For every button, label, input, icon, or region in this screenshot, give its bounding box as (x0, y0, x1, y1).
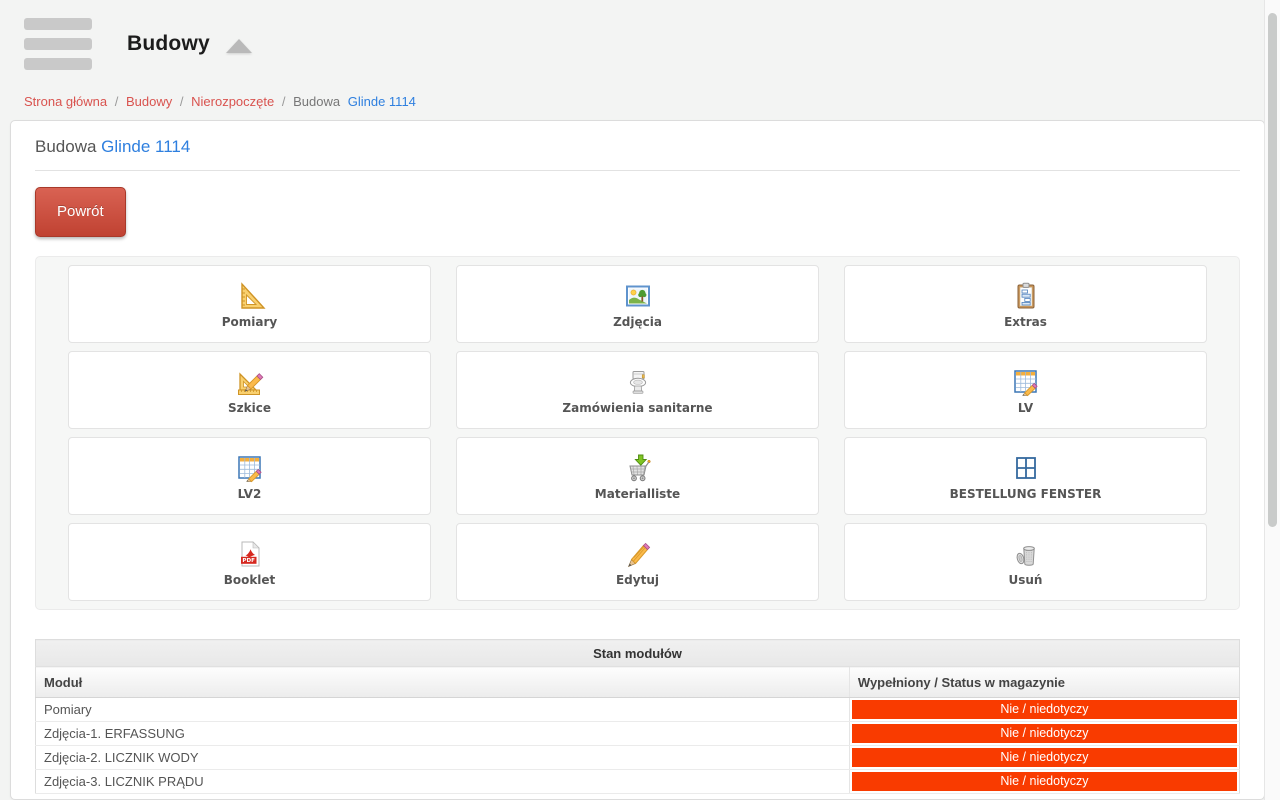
tile-pomiary[interactable]: Pomiary (68, 265, 431, 343)
pencil-icon (627, 542, 650, 567)
page-title-prefix: Budowa (35, 137, 97, 156)
table-row: Zdjęcia-2. LICZNIK WODY Nie / niedotyczy (35, 745, 1240, 770)
status-badge: Nie / niedotyczy (851, 700, 1237, 719)
pdf-icon-text: PDF (242, 558, 255, 564)
breadcrumb-home-link[interactable]: Strona główna (24, 94, 107, 109)
module-cell: Zdjęcia-2. LICZNIK WODY (35, 745, 850, 770)
hamburger-bar (24, 38, 92, 50)
tile-label: Booklet (223, 572, 276, 587)
status-badge: Nie / niedotyczy (851, 772, 1237, 791)
tile-lv2[interactable]: LV2 (68, 437, 431, 515)
tile-label: LV (1017, 400, 1034, 415)
tile-label: Pomiary (221, 314, 278, 329)
pdf-icon: PDF (240, 540, 260, 566)
tile-label: Edytuj (615, 572, 659, 587)
table-row: Zdjęcia-1. ERFASSUNG Nie / niedotyczy (35, 721, 1240, 746)
breadcrumb-current-link[interactable]: Glinde 1114 (348, 94, 416, 109)
tile-booklet[interactable]: PDF Booklet (68, 523, 431, 601)
table-row: Zdjęcia-3. LICZNIK PRĄDU Nie / niedotycz… (35, 769, 1240, 794)
module-status-section: Stan modułów Moduł Wypełniony / Status w… (35, 639, 1240, 794)
cart-download-icon (628, 454, 651, 481)
spreadsheet-pencil-icon (237, 455, 262, 482)
page-title: Budowa Glinde 1114 (35, 121, 1240, 171)
vertical-scrollbar[interactable] (1264, 0, 1280, 800)
window-icon (1015, 456, 1036, 479)
photo-icon (625, 285, 650, 306)
toilet-icon (629, 370, 646, 394)
tile-edytuj[interactable]: Edytuj (456, 523, 819, 601)
tile-szkice[interactable]: Szkice (68, 351, 431, 429)
module-cell: Zdjęcia-1. ERFASSUNG (35, 721, 850, 746)
tile-usun[interactable]: Usuń (844, 523, 1207, 601)
breadcrumb-nierozpoczete-link[interactable]: Nierozpoczęte (191, 94, 274, 109)
tiles-panel: Pomiary Zdjęcia Extras Szkice Zamówienia… (35, 256, 1240, 610)
status-badge: Nie / niedotyczy (851, 748, 1237, 767)
hamburger-menu-icon[interactable] (24, 18, 92, 70)
tile-label: Zamówienia sanitarne (562, 400, 713, 415)
back-button[interactable]: Powrót (35, 187, 126, 237)
tile-label: Extras (1004, 314, 1047, 329)
app-title: Budowy (127, 32, 210, 55)
column-header-status: Wypełniony / Status w magazynie (848, 666, 1240, 698)
status-badge: Nie / niedotyczy (851, 724, 1237, 743)
module-cell: Zdjęcia-3. LICZNIK PRĄDU (35, 769, 850, 794)
breadcrumb-budowa-label: Budowa (293, 94, 341, 109)
tile-extras[interactable]: Extras (844, 265, 1207, 343)
clipboard-icon (1017, 282, 1034, 308)
tile-label: Szkice (228, 400, 271, 415)
spreadsheet-pencil-icon (1013, 369, 1038, 396)
app-header: Budowy (0, 0, 1280, 70)
breadcrumb-separator: / (114, 94, 119, 109)
tile-label: Materialliste (594, 486, 681, 501)
triangle-up-icon[interactable] (225, 39, 252, 53)
table-row: Pomiary Nie / niedotyczy (35, 697, 1240, 722)
breadcrumb-separator: / (281, 94, 286, 109)
tile-label: Zdjęcia (613, 314, 662, 329)
table-caption: Stan modułów (35, 639, 1240, 667)
module-cell: Pomiary (35, 697, 850, 722)
trash-icon (1016, 545, 1035, 566)
column-header-module: Moduł (35, 666, 850, 698)
breadcrumb-budowy-link[interactable]: Budowy (126, 94, 172, 109)
main-card: Budowa Glinde 1114 Powrót Pomiary Zdjęci… (10, 120, 1265, 800)
tile-materialliste[interactable]: Materialliste (456, 437, 819, 515)
breadcrumb-separator: / (179, 94, 184, 109)
tile-label: BESTELLUNG FENSTER (949, 486, 1102, 501)
hamburger-bar (24, 18, 92, 30)
tile-bestellung-fenster[interactable]: BESTELLUNG FENSTER (844, 437, 1207, 515)
breadcrumb: Strona główna / Budowy / Nierozpoczęte /… (24, 94, 1280, 109)
table-caption-row: Stan modułów (35, 639, 1240, 667)
hamburger-bar (24, 58, 92, 70)
tile-zdjecia[interactable]: Zdjęcia (456, 265, 819, 343)
page-title-link[interactable]: Glinde 1114 (101, 137, 190, 156)
table-header-row: Moduł Wypełniony / Status w magazynie (35, 666, 1240, 698)
tile-zamowienia-sanitarne[interactable]: Zamówienia sanitarne (456, 351, 819, 429)
module-status-table: Stan modułów Moduł Wypełniony / Status w… (35, 639, 1240, 794)
sketch-icon (237, 371, 263, 395)
tile-lv[interactable]: LV (844, 351, 1207, 429)
set-square-icon (240, 281, 266, 309)
scrollbar-thumb[interactable] (1268, 13, 1277, 527)
tile-label: LV2 (237, 486, 262, 501)
tile-label: Usuń (1008, 572, 1043, 587)
